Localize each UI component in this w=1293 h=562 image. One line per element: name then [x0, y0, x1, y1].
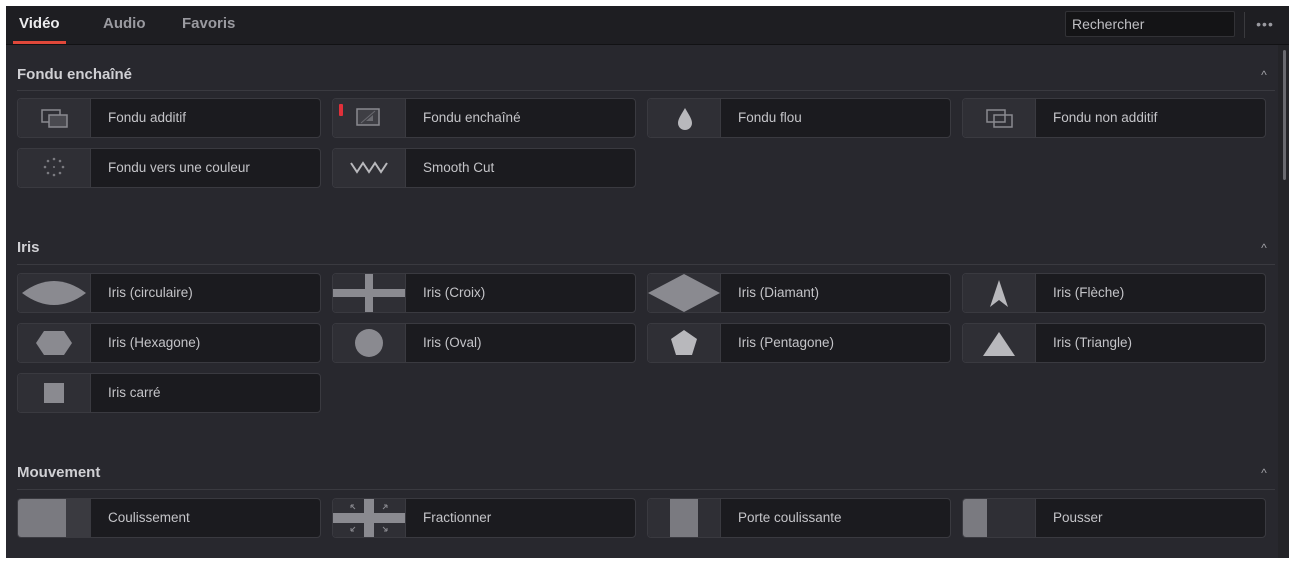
effect-item-iris-square[interactable]: Iris carré [17, 373, 321, 413]
diamond-shape-icon [648, 274, 721, 312]
effect-item-iris-hexagon[interactable]: Iris (Hexagone) [17, 323, 321, 363]
chevron-up-icon[interactable]: ^ [1256, 241, 1272, 255]
arrow-shape-icon [963, 274, 1036, 312]
effect-item-slide[interactable]: Coulissement [17, 498, 321, 538]
split-icon [333, 499, 406, 537]
eye-shape-icon [18, 274, 91, 312]
effect-label: Iris (Hexagone) [108, 335, 201, 350]
tab-video[interactable]: Vidéo [13, 6, 66, 44]
slide-icon [18, 499, 91, 537]
tab-audio[interactable]: Audio [103, 6, 146, 44]
effect-item-blur-dissolve[interactable]: Fondu flou [647, 98, 951, 138]
effect-item-iris-triangle[interactable]: Iris (Triangle) [962, 323, 1266, 363]
section-title-iris: Iris [17, 239, 40, 256]
effect-item-smooth-cut[interactable]: Smooth Cut [332, 148, 636, 188]
effect-label: Fondu flou [738, 110, 802, 125]
section-title-dissolve: Fondu enchaîné [17, 66, 133, 83]
effect-label: Fondu non additif [1053, 110, 1158, 125]
cross-dissolve-icon [333, 99, 406, 137]
effect-label: Porte coulissante [738, 510, 842, 525]
chevron-up-icon[interactable]: ^ [1256, 466, 1272, 480]
non-additive-dissolve-icon [963, 99, 1036, 137]
effect-label: Iris (Oval) [423, 335, 482, 350]
wave-icon [333, 149, 406, 187]
effect-item-cross-dissolve[interactable]: Fondu enchaîné [332, 98, 636, 138]
effect-label: Iris (circulaire) [108, 285, 193, 300]
effect-item-additive-dissolve[interactable]: Fondu additif [17, 98, 321, 138]
effects-list: Fondu enchaîné ^ Fondu additif Fondu enc… [6, 45, 1276, 558]
effect-label: Iris (Diamant) [738, 285, 820, 300]
search-input[interactable]: Rechercher [1065, 11, 1235, 37]
effect-item-iris-diamond[interactable]: Iris (Diamant) [647, 273, 951, 313]
effect-item-iris-circular[interactable]: Iris (circulaire) [17, 273, 321, 313]
effect-label: Iris (Croix) [423, 285, 486, 300]
tab-favorites[interactable]: Favoris [182, 6, 235, 44]
effect-label: Coulissement [108, 510, 190, 525]
effect-label: Iris (Flèche) [1053, 285, 1125, 300]
effect-item-iris-oval[interactable]: Iris (Oval) [332, 323, 636, 363]
effect-label: Pousser [1053, 510, 1103, 525]
circle-shape-icon [333, 324, 406, 362]
chevron-up-icon[interactable]: ^ [1256, 68, 1272, 82]
drop-icon [648, 99, 721, 137]
effect-item-iris-pentagon[interactable]: Iris (Pentagone) [647, 323, 951, 363]
more-options-icon[interactable]: ••• [1244, 12, 1285, 38]
effect-item-split[interactable]: Fractionner [332, 498, 636, 538]
sliding-door-icon [648, 499, 721, 537]
effect-label: Fondu enchaîné [423, 110, 521, 125]
effect-item-push[interactable]: Pousser [962, 498, 1266, 538]
effect-label: Fondu vers une couleur [108, 160, 250, 175]
section-divider [17, 90, 1275, 91]
triangle-shape-icon [963, 324, 1036, 362]
section-divider [17, 264, 1275, 265]
effects-library-panel: Vidéo Audio Favoris Rechercher ••• Fondu… [6, 6, 1289, 558]
cross-shape-icon [333, 274, 406, 312]
effect-item-sliding-door[interactable]: Porte coulissante [647, 498, 951, 538]
effect-item-non-additive-dissolve[interactable]: Fondu non additif [962, 98, 1266, 138]
additive-dissolve-icon [18, 99, 91, 137]
hexagon-shape-icon [18, 324, 91, 362]
effect-label: Fractionner [423, 510, 492, 525]
scrollbar-thumb[interactable] [1283, 50, 1286, 180]
effect-label: Iris (Pentagone) [738, 335, 835, 350]
pentagon-shape-icon [648, 324, 721, 362]
effect-item-iris-cross[interactable]: Iris (Croix) [332, 273, 636, 313]
effect-item-iris-arrow[interactable]: Iris (Flèche) [962, 273, 1266, 313]
tab-bar: Vidéo Audio Favoris Rechercher ••• [6, 6, 1289, 45]
effect-label: Iris (Triangle) [1053, 335, 1133, 350]
effect-label: Fondu additif [108, 110, 187, 125]
effect-item-dip-to-color[interactable]: Fondu vers une couleur [17, 148, 321, 188]
section-title-motion: Mouvement [17, 464, 101, 481]
dots-icon [18, 149, 91, 187]
push-icon [963, 499, 1036, 537]
effect-label: Iris carré [108, 385, 161, 400]
square-shape-icon [18, 374, 91, 412]
effect-label: Smooth Cut [423, 160, 495, 175]
section-divider [17, 489, 1275, 490]
